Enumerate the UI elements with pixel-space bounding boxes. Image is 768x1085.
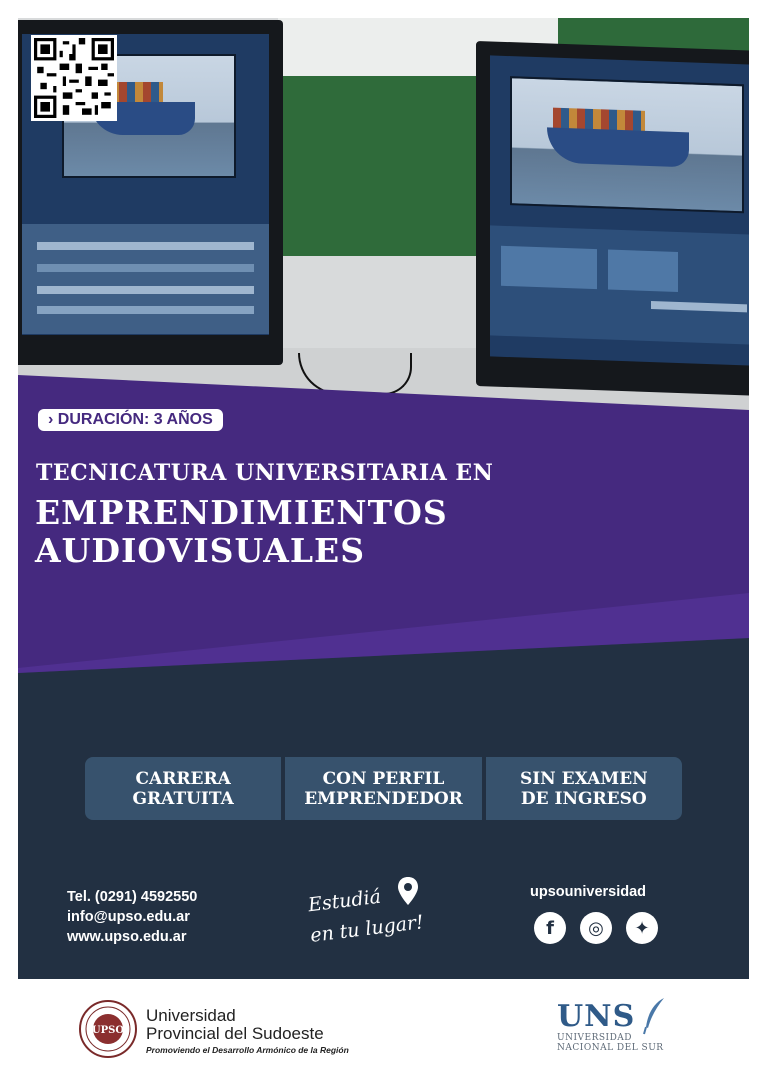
feature-line: SIN EXAMEN — [519, 768, 648, 789]
website-link[interactable]: www.upso.edu.ar — [67, 927, 197, 947]
upso-name: Universidad Provincial del Sudoeste Prom… — [146, 1006, 349, 1056]
upso-tagline: Promoviendo el Desarrollo Armónico de la… — [146, 1045, 349, 1055]
program-title-line1: EMPRENDIMIENTOS — [35, 493, 448, 532]
feature-line: EMPRENDEDOR — [304, 788, 463, 809]
program-subtitle: TECNICATURA UNIVERSITARIA EN — [36, 460, 494, 486]
program-title-line2: AUDIOVISUALES — [35, 531, 366, 570]
uns-line2: NACIONAL DEL SUR — [557, 1043, 664, 1053]
feature-line: DE INGRESO — [520, 788, 647, 809]
email-link[interactable]: info@upso.edu.ar — [67, 907, 197, 927]
twitter-icon[interactable]: ✦ — [626, 912, 658, 944]
feature-free-career: CARRERA GRATUITA — [85, 757, 282, 820]
upso-name-line2: Provincial del Sudoeste — [146, 1024, 324, 1043]
feature-line: GRATUITA — [132, 788, 234, 809]
phone-number[interactable]: Tel. (0291) 4592550 — [67, 887, 197, 907]
contact-info: Tel. (0291) 4592550 info@upso.edu.ar www… — [67, 887, 197, 947]
upso-seal-text: UPSO — [92, 1025, 124, 1036]
social-block: upsouniversidad f ◎ ✦ — [530, 884, 670, 944]
features-row: CARRERA GRATUITA CON PERFIL EMPRENDEDOR SI… — [85, 757, 682, 820]
feature-line: CARRERA — [135, 768, 231, 789]
duration-badge: › DURACIÓN: 3 AÑOS — [38, 409, 223, 431]
instagram-icon[interactable]: ◎ — [580, 912, 612, 944]
facebook-icon[interactable]: f — [534, 912, 566, 944]
feature-no-entrance-exam: SIN EXAMEN DE INGRESO — [485, 757, 682, 820]
slogan-line1: Estudiá — [306, 885, 383, 917]
social-handle[interactable]: upsouniversidad — [530, 884, 670, 900]
slogan-line2: en tu lugar! — [309, 911, 425, 947]
quill-icon — [643, 998, 664, 1035]
slogan: Estudiá en tu lugar! — [306, 876, 458, 947]
upso-name-line1: Universidad — [146, 1006, 236, 1025]
social-icons: f ◎ ✦ — [534, 912, 670, 944]
feature-line: CON PERFIL — [322, 768, 445, 789]
location-pin-icon — [398, 877, 418, 905]
feature-entrepreneur-profile: CON PERFIL EMPRENDEDOR — [285, 757, 482, 820]
upso-seal-logo: UPSO — [79, 1000, 137, 1058]
